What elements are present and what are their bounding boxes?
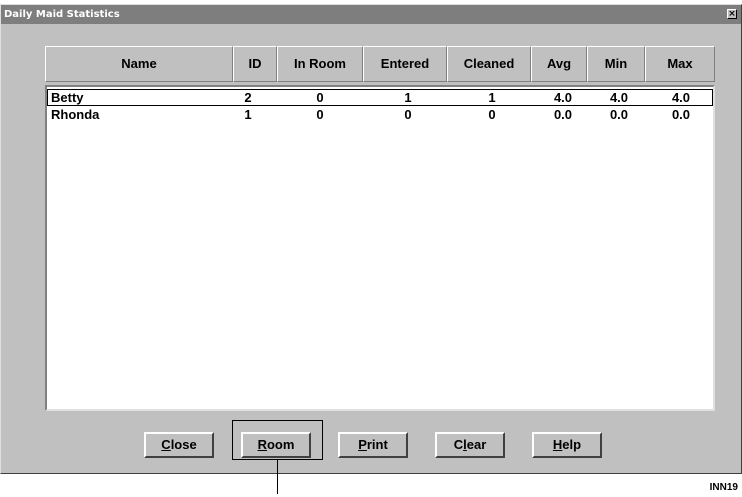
column-header-entered[interactable]: Entered bbox=[363, 46, 447, 82]
cell-max: 0.0 bbox=[671, 107, 691, 122]
maid-statistics-list[interactable]: Betty 2 0 1 1 4.0 4.0 4.0 Rhonda 1 0 0 0… bbox=[45, 85, 715, 411]
column-header-id[interactable]: ID bbox=[233, 46, 277, 82]
cell-min: 0.0 bbox=[609, 107, 629, 122]
list-row-betty[interactable]: Betty 2 0 1 1 4.0 4.0 4.0 bbox=[47, 89, 713, 106]
clear-button[interactable]: Clear bbox=[435, 432, 505, 458]
close-button[interactable]: Close bbox=[144, 432, 214, 458]
cell-entered: 1 bbox=[404, 90, 412, 105]
cell-entered: 0 bbox=[404, 107, 412, 122]
list-row-rhonda[interactable]: Rhonda 1 0 0 0 0.0 0.0 0.0 bbox=[47, 106, 713, 123]
cell-in-room: 0 bbox=[316, 90, 324, 105]
cell-in-room: 0 bbox=[316, 107, 324, 122]
cell-cleaned: 1 bbox=[488, 90, 496, 105]
cell-id: 2 bbox=[244, 90, 252, 105]
cell-name: Rhonda bbox=[51, 107, 100, 122]
clear-button-prefix: C bbox=[453, 437, 464, 452]
title-bar[interactable]: Daily Maid Statistics × bbox=[1, 5, 741, 24]
help-button-mnemonic: H bbox=[552, 437, 563, 452]
print-button-mnemonic: P bbox=[358, 437, 367, 452]
close-icon[interactable]: × bbox=[727, 9, 737, 19]
cell-max: 4.0 bbox=[671, 90, 691, 105]
cell-min: 4.0 bbox=[609, 90, 629, 105]
close-button-label: lose bbox=[170, 437, 197, 452]
callout-highlight-box bbox=[232, 420, 323, 460]
column-header-min[interactable]: Min bbox=[587, 46, 645, 82]
cell-avg: 4.0 bbox=[553, 90, 573, 105]
clear-button-label: ear bbox=[466, 437, 487, 452]
callout-line bbox=[277, 460, 278, 494]
help-button-label: elp bbox=[562, 437, 582, 452]
cell-name: Betty bbox=[51, 90, 84, 105]
print-button[interactable]: Print bbox=[338, 432, 408, 458]
window-title: Daily Maid Statistics bbox=[4, 9, 120, 20]
column-header-cleaned[interactable]: Cleaned bbox=[447, 46, 531, 82]
column-header-name[interactable]: Name bbox=[45, 46, 233, 82]
cell-cleaned: 0 bbox=[488, 107, 496, 122]
column-header-in-room[interactable]: In Room bbox=[277, 46, 363, 82]
close-button-mnemonic: C bbox=[161, 437, 171, 452]
help-button[interactable]: Help bbox=[532, 432, 602, 458]
cell-avg: 0.0 bbox=[553, 107, 573, 122]
column-header-avg[interactable]: Avg bbox=[531, 46, 587, 82]
column-header-max[interactable]: Max bbox=[645, 46, 715, 82]
print-button-label: rint bbox=[366, 437, 388, 452]
daily-maid-statistics-dialog: Daily Maid Statistics × Name ID In Room … bbox=[0, 4, 742, 474]
figure-label: INN19 bbox=[709, 482, 738, 493]
cell-id: 1 bbox=[244, 107, 252, 122]
column-header-row: Name ID In Room Entered Cleaned Avg Min … bbox=[45, 46, 715, 82]
